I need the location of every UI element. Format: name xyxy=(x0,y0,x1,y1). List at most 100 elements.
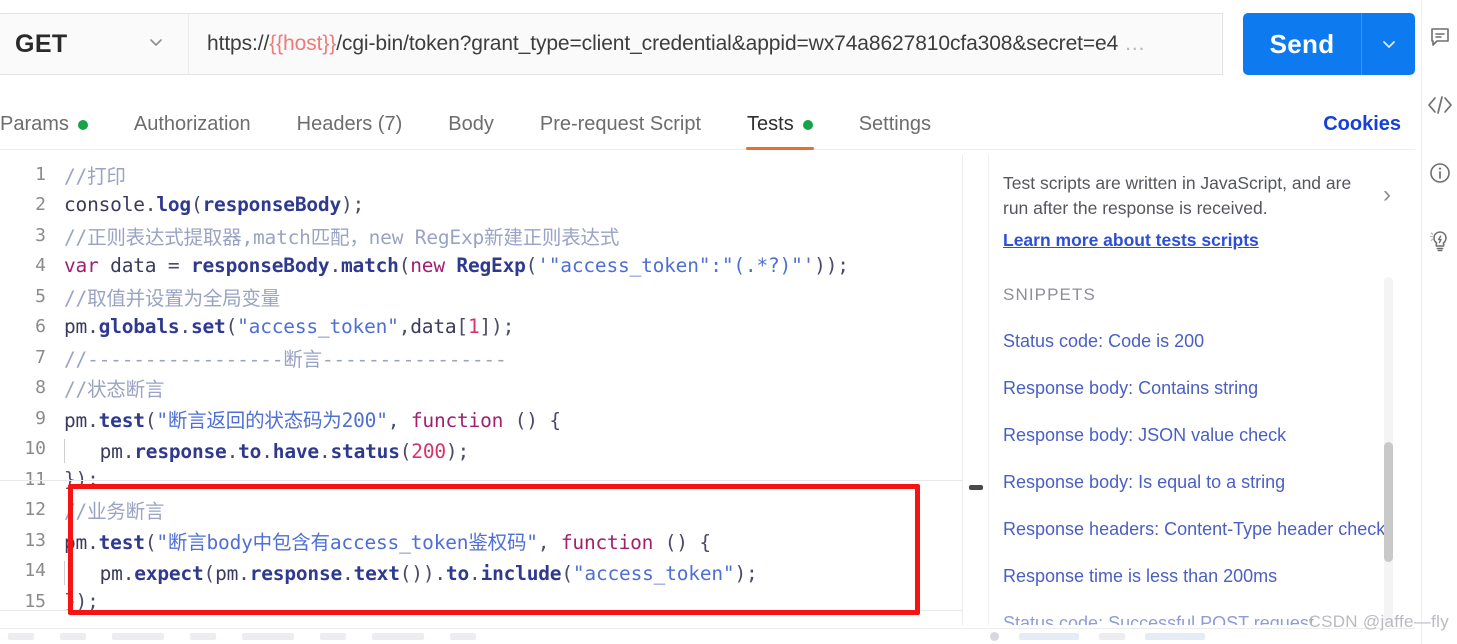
watermark: CSDN @jaffe—fly xyxy=(1308,612,1449,631)
snippet-item[interactable]: Response time is less than 200ms xyxy=(1003,566,1397,587)
right-icon-rail xyxy=(1421,0,1457,644)
tab-label: Params xyxy=(0,113,69,135)
status-bar-indicator xyxy=(990,632,999,641)
line-number: 10 xyxy=(24,438,46,460)
snippet-item[interactable]: Response body: JSON value check xyxy=(1003,425,1397,446)
line-number: 12 xyxy=(24,499,46,521)
line-number: 5 xyxy=(35,285,46,307)
lightbulb-icon[interactable] xyxy=(1427,228,1453,254)
url-prefix: https:// xyxy=(207,32,270,55)
line-source: pm.test("断言返回的状态码为200", function () { xyxy=(64,408,561,432)
http-method-select[interactable]: GET xyxy=(0,13,188,75)
line-source: console.log(responseBody); xyxy=(64,193,365,217)
line-source: //状态断言 xyxy=(64,378,165,402)
code-line: 6 pm.globals.set("access_token",data[1])… xyxy=(0,312,962,343)
code-line: 4 var data = responseBody.match(new RegE… xyxy=(0,251,962,282)
code-line: 2 console.log(responseBody); xyxy=(0,190,962,221)
snippets-panel: Test scripts are written in JavaScript, … xyxy=(988,155,1415,625)
snippet-item[interactable]: Status code: Code is 200 xyxy=(1003,331,1397,352)
scrollbar-thumb[interactable] xyxy=(1384,442,1393,562)
postman-request-pane: GET https://{{host}}/cgi-bin/token?grant… xyxy=(0,0,1457,644)
request-url-text: https://{{host}}/cgi-bin/token?grant_typ… xyxy=(207,32,1145,56)
editor-divider xyxy=(0,610,962,611)
request-url-input[interactable]: https://{{host}}/cgi-bin/token?grant_typ… xyxy=(188,13,1223,75)
line-source: //取值并设置为全局变量 xyxy=(64,286,281,310)
code-lines: 1 //打印 2 console.log(responseBody); 3 //… xyxy=(0,155,962,617)
scrollbar-thumb[interactable] xyxy=(969,485,983,490)
tab-params[interactable]: Params xyxy=(0,100,111,150)
editor-divider xyxy=(0,480,962,481)
snippet-item[interactable]: Response body: Contains string xyxy=(1003,378,1397,399)
line-number: 4 xyxy=(35,255,46,277)
tab-authorization[interactable]: Authorization xyxy=(111,100,274,150)
code-icon[interactable] xyxy=(1427,92,1453,118)
status-bar-item[interactable] xyxy=(60,633,86,640)
tab-settings[interactable]: Settings xyxy=(836,100,954,150)
code-line: 5 //取值并设置为全局变量 xyxy=(0,281,962,312)
line-source: //-----------------断言---------------- xyxy=(64,347,507,371)
line-number: 2 xyxy=(35,194,46,216)
editor-vertical-scrollbar[interactable] xyxy=(962,155,988,625)
status-bar-item[interactable] xyxy=(1099,633,1125,640)
status-bar-item[interactable] xyxy=(450,633,476,640)
code-line: 3 //正则表达式提取器,match匹配，new RegExp新建正则表达式 xyxy=(0,220,962,251)
snippet-item[interactable]: Response body: Is equal to a string xyxy=(1003,472,1397,493)
tab-tests[interactable]: Tests xyxy=(724,100,836,150)
line-number: 6 xyxy=(35,316,46,338)
status-bar-item[interactable] xyxy=(372,633,424,640)
tab-pre-request-script[interactable]: Pre-request Script xyxy=(517,100,724,150)
snippet-item[interactable]: Response headers: Content-Type header ch… xyxy=(1003,519,1397,540)
code-line: 8 //状态断言 xyxy=(0,373,962,404)
line-source: //业务断言 xyxy=(64,500,165,524)
tab-label: Authorization xyxy=(133,113,251,135)
snippets-help: Test scripts are written in JavaScript, … xyxy=(1003,171,1397,251)
info-icon[interactable] xyxy=(1427,160,1453,186)
tab-label: Headers (7) xyxy=(296,113,403,135)
status-bar-left-items xyxy=(8,633,476,640)
comment-icon[interactable] xyxy=(1427,24,1453,50)
snippets-scrollbar[interactable] xyxy=(1384,277,1393,625)
code-line: 15 }); xyxy=(0,586,962,617)
code-line: 7 //-----------------断言---------------- xyxy=(0,342,962,373)
code-line: 10 pm.response.to.have.status(200); xyxy=(0,434,962,465)
status-bar-item[interactable] xyxy=(242,633,294,640)
status-bar-item[interactable] xyxy=(1019,633,1079,640)
status-dot xyxy=(802,119,813,130)
chevron-down-icon xyxy=(146,32,166,57)
url-ellipsis: … xyxy=(1124,32,1146,55)
learn-more-link[interactable]: Learn more about tests scripts xyxy=(1003,230,1363,251)
code-line: 14 pm.expect(pm.response.text()).to.incl… xyxy=(0,556,962,587)
line-number: 15 xyxy=(24,590,46,612)
tests-script-editor[interactable]: 1 //打印 2 console.log(responseBody); 3 //… xyxy=(0,155,962,625)
tab-body[interactable]: Body xyxy=(425,100,517,150)
line-number: 9 xyxy=(35,407,46,429)
send-options-caret[interactable] xyxy=(1361,13,1415,75)
status-bar-item[interactable] xyxy=(1145,633,1205,640)
line-source: pm.expect(pm.response.text()).to.include… xyxy=(64,556,758,586)
status-bar-item[interactable] xyxy=(8,633,34,640)
line-source: //打印 xyxy=(64,164,126,188)
cookies-link[interactable]: Cookies xyxy=(1323,113,1415,136)
line-number: 1 xyxy=(35,163,46,185)
request-tabs: Params Authorization Headers (7) Body Pr… xyxy=(0,100,1415,150)
line-number: 8 xyxy=(35,377,46,399)
status-bar-item[interactable] xyxy=(320,633,346,640)
url-suffix: /cgi-bin/token?grant_type=client_credent… xyxy=(336,32,1119,55)
status-bar xyxy=(0,628,1415,644)
http-method-label: GET xyxy=(15,29,68,58)
line-source: //正则表达式提取器,match匹配，new RegExp新建正则表达式 xyxy=(64,225,620,249)
status-bar-item[interactable] xyxy=(190,633,216,640)
tab-label: Settings xyxy=(858,113,931,135)
status-bar-item[interactable] xyxy=(112,633,164,640)
tab-label: Body xyxy=(448,113,494,135)
code-line: 12 //业务断言 xyxy=(0,495,962,526)
send-button[interactable]: Send xyxy=(1243,13,1361,75)
line-number: 14 xyxy=(24,560,46,582)
chevron-right-icon[interactable]: › xyxy=(1383,171,1397,209)
line-source: var data = responseBody.match(new RegExp… xyxy=(64,254,849,278)
tab-headers[interactable]: Headers (7) xyxy=(274,100,426,150)
snippets-section-title: SNIPPETS xyxy=(1003,284,1096,304)
line-number: 3 xyxy=(35,224,46,246)
url-variable: {{host}} xyxy=(269,32,337,55)
send-button-group[interactable]: Send xyxy=(1243,13,1415,75)
